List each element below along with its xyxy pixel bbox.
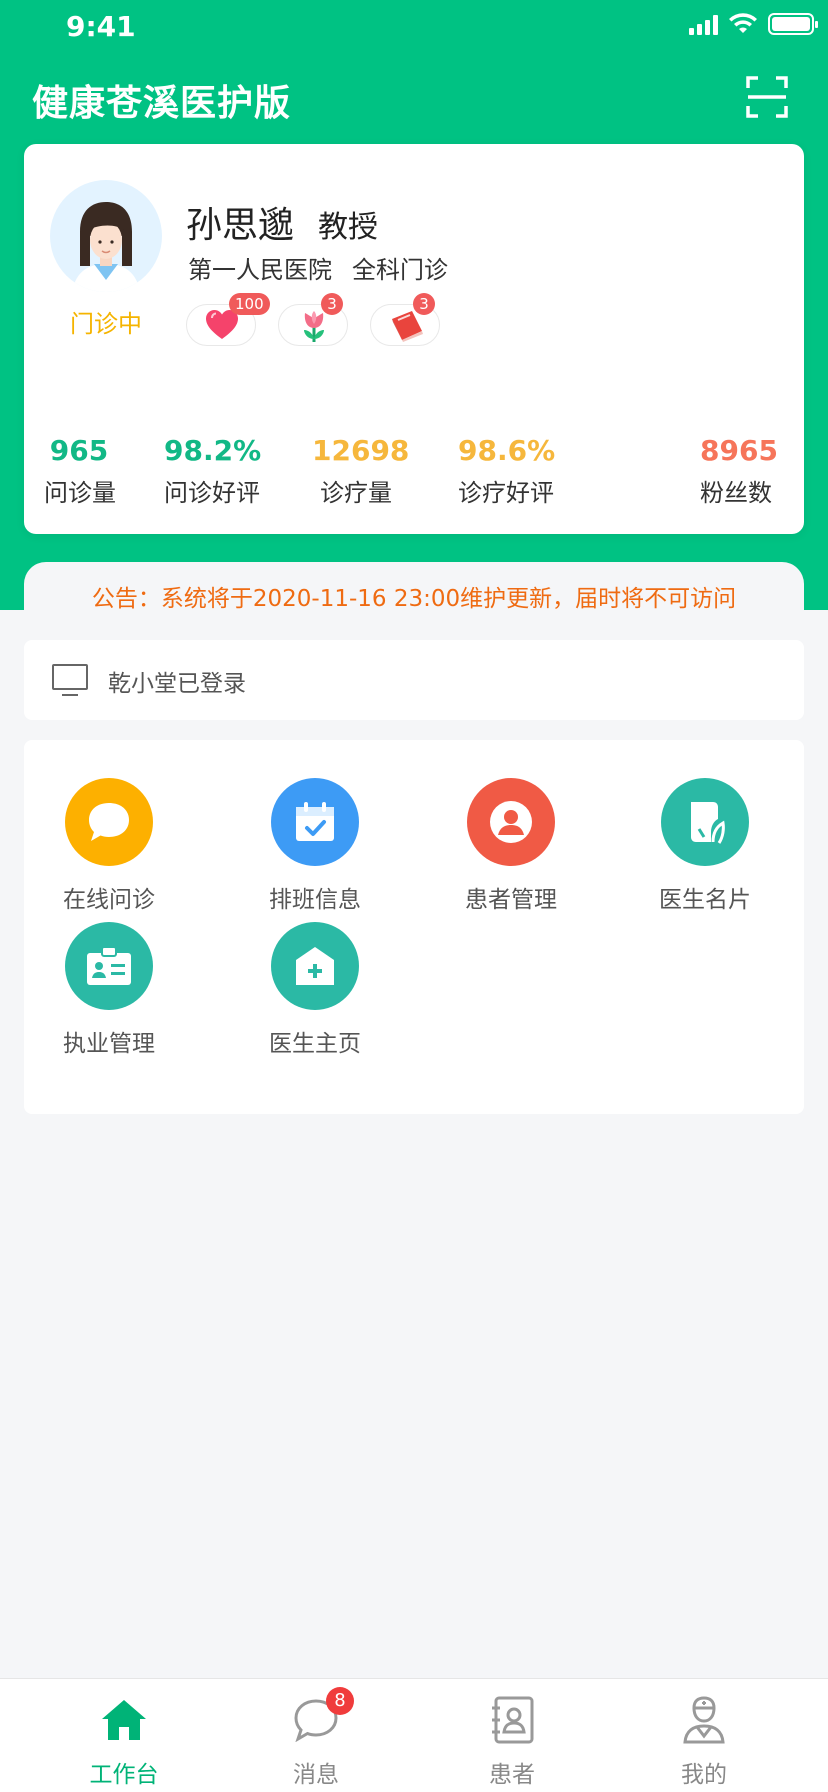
license-icon (65, 922, 153, 1010)
nav-patients[interactable]: 患者 (452, 1695, 572, 1789)
stat-value: 8965 (700, 434, 778, 467)
doctor-icon (644, 1695, 764, 1745)
stat-treatment-rating[interactable]: 98.6% 诊疗好评 (458, 434, 556, 508)
function-label: 执业管理 (63, 1031, 155, 1057)
message-icon: 8 (256, 1687, 376, 1745)
flower-icon (304, 311, 324, 342)
function-label: 排班信息 (269, 887, 361, 913)
status-time: 9:41 (66, 10, 136, 43)
function-doctor-card[interactable]: 医生名片 (630, 778, 780, 914)
doctor-department: 全科门诊 (352, 256, 448, 284)
nav-workbench[interactable]: 工作台 (64, 1695, 184, 1789)
function-label: 在线问诊 (63, 887, 155, 913)
heart-icon (206, 310, 238, 339)
contacts-icon (452, 1695, 572, 1745)
function-label: 医生主页 (269, 1031, 361, 1057)
stat-value: 12698 (312, 434, 410, 467)
award-flower[interactable]: 3 (278, 293, 348, 346)
nav-label: 患者 (489, 1762, 535, 1788)
nav-label: 消息 (293, 1762, 339, 1788)
award-count: 100 (229, 293, 270, 315)
award-heart[interactable]: 100 (186, 293, 270, 346)
award-book[interactable]: 3 (370, 293, 440, 346)
function-patient-management[interactable]: 患者管理 (436, 778, 586, 914)
stat-label: 诊疗好评 (458, 479, 554, 507)
nav-messages[interactable]: 8 消息 (256, 1687, 376, 1789)
nav-label: 我的 (681, 1762, 727, 1788)
wifi-icon (729, 13, 757, 33)
notice-banner[interactable]: 公告：系统将于2020-11-16 23:00维护更新，届时将不可访问 (24, 562, 804, 640)
login-status-text: 乾小堂已登录 (108, 671, 246, 697)
doctor-title: 教授 (318, 210, 378, 245)
home-plus-icon (271, 922, 359, 1010)
message-badge: 8 (326, 1687, 354, 1715)
avatar[interactable] (50, 180, 162, 292)
function-grid: 在线问诊 排班信息 患者管理 医生名片 执业管理 医生主页 (24, 740, 804, 1114)
stat-label: 问诊量 (44, 479, 116, 507)
login-status-card[interactable]: 乾小堂已登录 (24, 640, 804, 720)
award-count: 3 (413, 293, 435, 315)
stat-value: 98.6% (458, 434, 556, 467)
doctor-name: 孙思邈 (186, 205, 295, 246)
doctor-hospital: 第一人民医院 (188, 256, 332, 284)
home-icon (64, 1695, 184, 1745)
stat-label: 诊疗量 (320, 479, 392, 507)
app-title: 健康苍溪医护版 (32, 83, 292, 124)
stat-treatment-count[interactable]: 12698 诊疗量 (312, 434, 410, 508)
stat-consult-count[interactable]: 965 问诊量 (44, 434, 116, 508)
function-license-management[interactable]: 执业管理 (34, 922, 184, 1058)
card-icon (661, 778, 749, 866)
patient-icon (467, 778, 555, 866)
stat-label: 问诊好评 (164, 479, 260, 507)
scan-icon[interactable] (746, 76, 788, 118)
battery-icon (768, 13, 818, 35)
signal-icon (689, 13, 718, 35)
chat-icon (65, 778, 153, 866)
stats-row: 965 问诊量 98.2% 问诊好评 12698 诊疗量 98.6% 诊疗好评 … (24, 434, 804, 514)
profile-card: 门诊中 孙思邈 教授 第一人民医院 全科门诊 100 3 3 965 问诊量 9… (24, 144, 804, 534)
stat-value: 965 (49, 434, 109, 467)
function-doctor-homepage[interactable]: 医生主页 (240, 922, 390, 1058)
award-count: 3 (321, 293, 343, 315)
function-label: 医生名片 (659, 887, 751, 913)
status-icons (689, 13, 818, 35)
function-online-consult[interactable]: 在线问诊 (34, 778, 184, 914)
stat-value: 98.2% (164, 434, 262, 467)
bottom-nav: 工作台 8 消息 患者 我的 (0, 1678, 828, 1792)
calendar-icon (271, 778, 359, 866)
status-bar: 9:41 (0, 0, 828, 50)
nav-label: 工作台 (89, 1762, 159, 1788)
function-label: 患者管理 (465, 887, 557, 913)
stat-consult-rating[interactable]: 98.2% 问诊好评 (164, 434, 262, 508)
function-schedule[interactable]: 排班信息 (240, 778, 390, 914)
consult-status: 门诊中 (70, 310, 142, 338)
monitor-icon (52, 664, 88, 696)
nav-profile[interactable]: 我的 (644, 1695, 764, 1789)
stat-fans[interactable]: 8965 粉丝数 (700, 434, 778, 508)
stat-label: 粉丝数 (700, 479, 772, 507)
